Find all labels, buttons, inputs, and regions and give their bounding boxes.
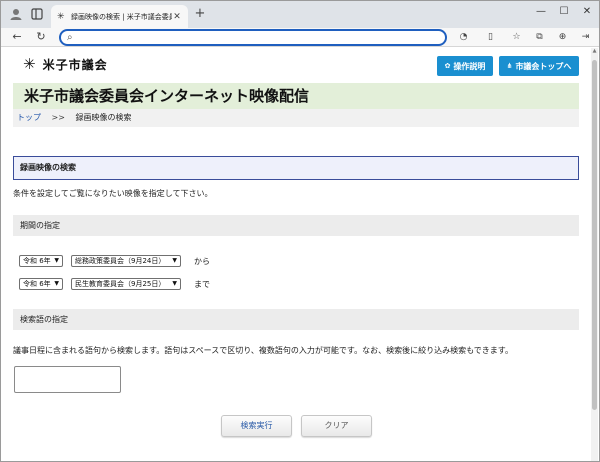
favorites-star-icon[interactable]: ☆ <box>510 31 523 44</box>
new-tab-button[interactable]: + <box>193 7 207 21</box>
breadcrumb: トップ >> 録画映像の検索 <box>13 109 579 127</box>
city-emblem-icon: ✳ <box>23 55 36 73</box>
breadcrumb-current: 録画映像の検索 <box>75 113 132 122</box>
from-era-value: 令和 6年 <box>23 257 51 265</box>
search-description: 条件を設定してご覧になりたい映像を指定して下さい。 <box>13 189 213 198</box>
scrollbar-thumb[interactable] <box>592 60 597 410</box>
from-meeting-value: 総務政策委員会（9月24日） <box>75 257 166 265</box>
scroll-up-icon[interactable]: ▲ <box>591 48 598 54</box>
browser-window: ✳ 録画映像の検索 | 米子市議会委員会 ✕ + — ☐ ✕ ← ↻ ⌕ ◔ ▯… <box>0 0 600 462</box>
tab-close-icon[interactable]: ✕ <box>172 12 182 22</box>
sitemap-icon: ⋔ <box>506 62 513 70</box>
tracking-icon[interactable]: ◔ <box>457 31 470 44</box>
chevron-down-icon: ▼ <box>172 257 177 264</box>
breadcrumb-home-link[interactable]: トップ <box>17 113 41 122</box>
page-banner: 米子市議会委員会インターネット映像配信 <box>13 83 579 109</box>
from-era-select[interactable]: 令和 6年 ▼ <box>19 255 63 267</box>
to-era-value: 令和 6年 <box>23 280 51 288</box>
period-to-row: 令和 6年 ▼ 民生教育委員会（9月25日） ▼ まで <box>19 278 210 290</box>
address-bar[interactable]: ⌕ <box>59 29 447 46</box>
page-favicon: ✳ <box>57 11 65 22</box>
council-top-button[interactable]: ⋔ 市議会トップへ <box>499 56 579 76</box>
chevron-down-icon: ▼ <box>172 280 177 287</box>
profile-icon[interactable] <box>9 7 23 21</box>
minimize-icon[interactable]: — <box>533 6 549 17</box>
sidebar-toggle-icon[interactable]: ⇥ <box>579 31 592 44</box>
keyword-section-title: 検索語の指定 <box>13 309 579 330</box>
to-era-select[interactable]: 令和 6年 ▼ <box>19 278 63 290</box>
logo-text: 米子市議会 <box>42 58 108 72</box>
keyword-description: 議事日程に含まれる語句から検索します。語句はスペースで区切り、複数語句の入力が可… <box>13 346 513 355</box>
settings-more-icon[interactable]: ⊕ <box>556 31 569 44</box>
to-suffix: まで <box>194 279 210 289</box>
period-from-row: 令和 6年 ▼ 総務政策委員会（9月24日） ▼ から <box>19 255 210 267</box>
workspaces-icon[interactable] <box>30 7 44 21</box>
from-suffix: から <box>194 256 210 266</box>
breadcrumb-separator: >> <box>51 113 65 122</box>
address-input[interactable] <box>81 32 441 43</box>
split-screen-icon[interactable]: ▯ <box>484 31 497 44</box>
search-icon: ⌕ <box>67 32 73 43</box>
close-window-icon[interactable]: ✕ <box>579 6 595 17</box>
period-section-title: 期間の指定 <box>13 215 579 236</box>
page-content: ✳ 米子市議会 ✿ 操作説明 ⋔ 市議会トップへ 米子市議会委員会インターネット… <box>1 48 591 461</box>
gear-icon: ✿ <box>444 62 451 70</box>
tab-strip: ✳ 録画映像の検索 | 米子市議会委員会 ✕ + — ☐ ✕ <box>1 1 599 28</box>
chevron-down-icon: ▼ <box>54 280 59 287</box>
to-meeting-select[interactable]: 民生教育委員会（9月25日） ▼ <box>71 278 181 290</box>
manual-button-label: 操作説明 <box>453 61 486 71</box>
collections-icon[interactable]: ⧉ <box>533 31 546 44</box>
tab-title: 録画映像の検索 | 米子市議会委員会 <box>71 12 172 21</box>
maximize-icon[interactable]: ☐ <box>556 6 572 17</box>
back-icon[interactable]: ← <box>10 30 24 44</box>
keyword-input[interactable] <box>14 366 121 393</box>
manual-button[interactable]: ✿ 操作説明 <box>437 56 493 76</box>
active-tab[interactable]: ✳ 録画映像の検索 | 米子市議会委員会 ✕ <box>51 5 188 28</box>
refresh-icon[interactable]: ↻ <box>34 30 48 44</box>
chevron-down-icon: ▼ <box>54 257 59 264</box>
search-section-title: 録画映像の検索 <box>13 156 579 180</box>
navigation-bar: ← ↻ ⌕ ◔ ▯ ☆ ⧉ ⊕ ⇥ <box>1 28 599 47</box>
council-top-button-label: 市議会トップへ <box>515 61 572 71</box>
site-logo[interactable]: ✳ 米子市議会 <box>23 56 108 73</box>
clear-button[interactable]: クリア <box>301 415 372 437</box>
vertical-scrollbar[interactable]: ▲ <box>591 48 598 461</box>
search-execute-button[interactable]: 検索実行 <box>221 415 292 437</box>
from-meeting-select[interactable]: 総務政策委員会（9月24日） ▼ <box>71 255 181 267</box>
to-meeting-value: 民生教育委員会（9月25日） <box>75 280 166 288</box>
